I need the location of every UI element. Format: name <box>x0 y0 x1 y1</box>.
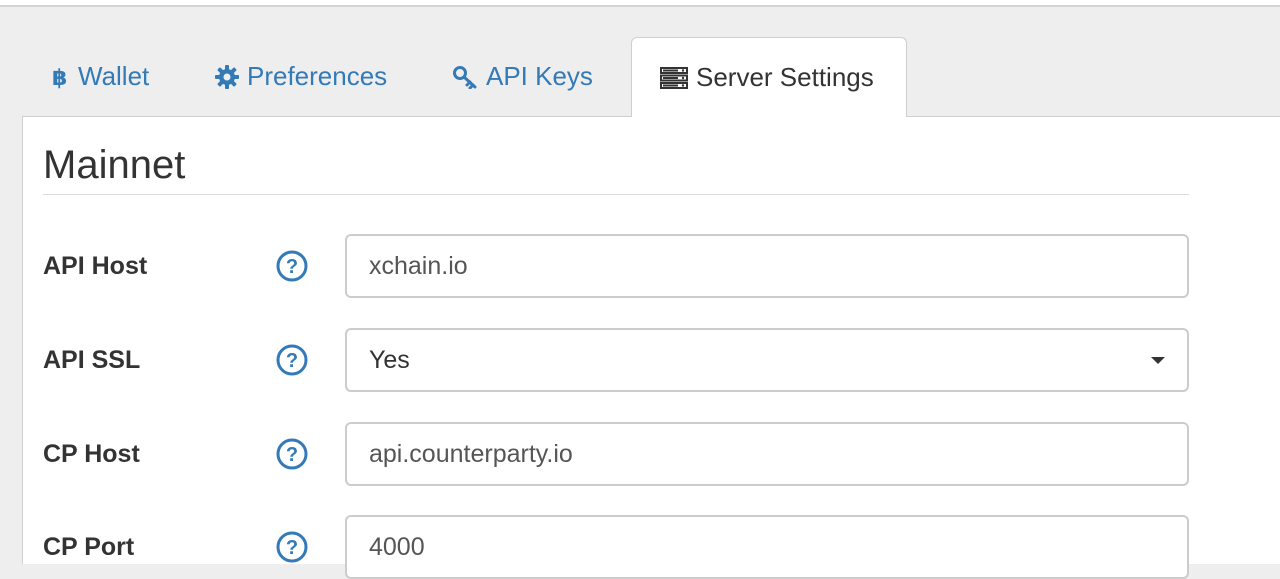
help-icon[interactable]: ? <box>276 531 308 563</box>
field-row-cp-port: CP Port ? 4000 <box>43 515 1189 579</box>
svg-text:?: ? <box>286 444 298 466</box>
cp-host-input[interactable]: api.counterparty.io <box>345 422 1189 486</box>
field-label: CP Host <box>43 440 140 468</box>
tab-api-keys[interactable]: API Keys <box>452 37 593 116</box>
tab-server-settings[interactable]: Server Settings <box>631 37 907 117</box>
top-border <box>0 0 1280 7</box>
help-icon[interactable]: ? <box>276 250 308 282</box>
api-host-input[interactable]: xchain.io <box>345 234 1189 298</box>
field-label: CP Port <box>43 533 135 561</box>
key-icon <box>452 65 478 89</box>
gear-icon <box>215 64 239 89</box>
svg-text:?: ? <box>286 256 298 278</box>
section-title: Mainnet <box>43 143 186 187</box>
svg-text:฿: ฿ <box>52 66 67 89</box>
tab-preferences[interactable]: Preferences <box>215 37 387 116</box>
svg-text:?: ? <box>286 537 298 559</box>
selected-value: Yes <box>369 345 410 374</box>
help-icon[interactable]: ? <box>276 344 308 376</box>
section-divider <box>43 194 1189 195</box>
help-icon[interactable]: ? <box>276 438 308 470</box>
server-icon <box>660 66 688 89</box>
api-ssl-select[interactable]: Yes <box>345 328 1189 392</box>
field-row-api-host: API Host ? xchain.io <box>43 234 1189 298</box>
tab-label: Preferences <box>247 61 388 91</box>
field-label: API Host <box>43 252 148 280</box>
settings-tabs: ฿ Wallet Preferences API Keys Server Set… <box>22 37 1280 117</box>
tab-label: Server Settings <box>696 62 874 92</box>
tab-wallet[interactable]: ฿ Wallet <box>52 37 149 116</box>
tab-label: API Keys <box>486 61 593 91</box>
bitcoin-icon: ฿ <box>52 65 70 89</box>
settings-panel: Mainnet API Host ? xchain.io API SSL ? Y… <box>22 116 1280 579</box>
tab-label: Wallet <box>78 61 150 91</box>
field-label: API SSL <box>43 346 141 374</box>
field-row-cp-host: CP Host ? api.counterparty.io <box>43 422 1189 486</box>
field-row-api-ssl: API SSL ? Yes <box>43 328 1189 392</box>
svg-text:?: ? <box>286 350 298 372</box>
caret-down-icon <box>1151 356 1165 364</box>
cp-port-input[interactable]: 4000 <box>345 515 1189 579</box>
